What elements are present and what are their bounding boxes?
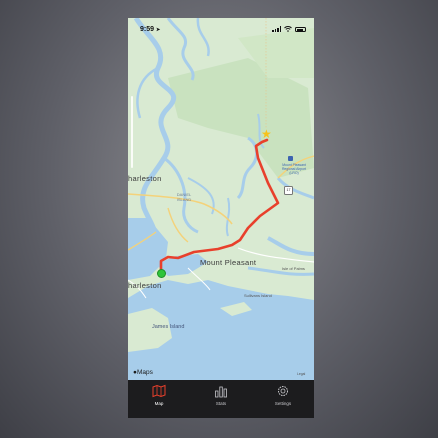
tab-stats[interactable]: Stats bbox=[196, 384, 246, 406]
wifi-icon bbox=[284, 26, 292, 32]
label-isle-of-palms: Isle of Palms bbox=[282, 266, 305, 271]
label-charleston-south: harleston bbox=[128, 281, 162, 290]
label-james-island: James Island bbox=[152, 324, 185, 330]
phone-screen: ★ 17 harleston harleston Mount Pleasant … bbox=[128, 18, 314, 418]
stats-icon bbox=[215, 386, 227, 398]
maps-attribution-text: Maps bbox=[136, 369, 153, 376]
tab-settings-label: Settings bbox=[274, 401, 292, 406]
label-charleston-north: harleston bbox=[128, 174, 162, 183]
end-star-icon[interactable]: ★ bbox=[261, 128, 272, 140]
tab-map-label: Map bbox=[154, 401, 164, 406]
map-scroll-indicator[interactable] bbox=[131, 96, 133, 168]
status-bar: 9:59 ➤ bbox=[128, 18, 314, 40]
maps-attribution: ●Maps bbox=[133, 369, 153, 376]
tab-stats-label: Stats bbox=[215, 401, 227, 406]
label-daniel-island: DANIEL ISLAND bbox=[176, 192, 192, 202]
cellular-signal-icon bbox=[272, 26, 281, 32]
gear-icon bbox=[278, 386, 288, 396]
location-arrow-icon: ➤ bbox=[155, 26, 161, 33]
tab-settings[interactable]: Settings bbox=[258, 384, 308, 406]
battery-icon bbox=[295, 26, 306, 32]
label-airport: Mount Pleasant Regional Airport (LRO) bbox=[281, 163, 307, 176]
start-marker[interactable] bbox=[157, 269, 166, 278]
status-icons bbox=[272, 26, 306, 32]
map-icon bbox=[152, 384, 166, 398]
label-mount-pleasant: Mount Pleasant bbox=[200, 258, 257, 267]
map-view[interactable]: ★ 17 harleston harleston Mount Pleasant … bbox=[128, 18, 314, 380]
legal-link[interactable]: Legal bbox=[297, 372, 305, 376]
route-17-sign: 17 bbox=[284, 186, 293, 195]
status-time: 9:59 ➤ bbox=[140, 26, 160, 33]
label-sullivans-island: Sullivans Island bbox=[244, 293, 272, 298]
tab-bar: Map Stats Settings bbox=[128, 380, 314, 418]
status-time-text: 9:59 bbox=[140, 25, 155, 33]
airport-icon bbox=[288, 156, 293, 161]
tab-map[interactable]: Map bbox=[134, 384, 184, 406]
